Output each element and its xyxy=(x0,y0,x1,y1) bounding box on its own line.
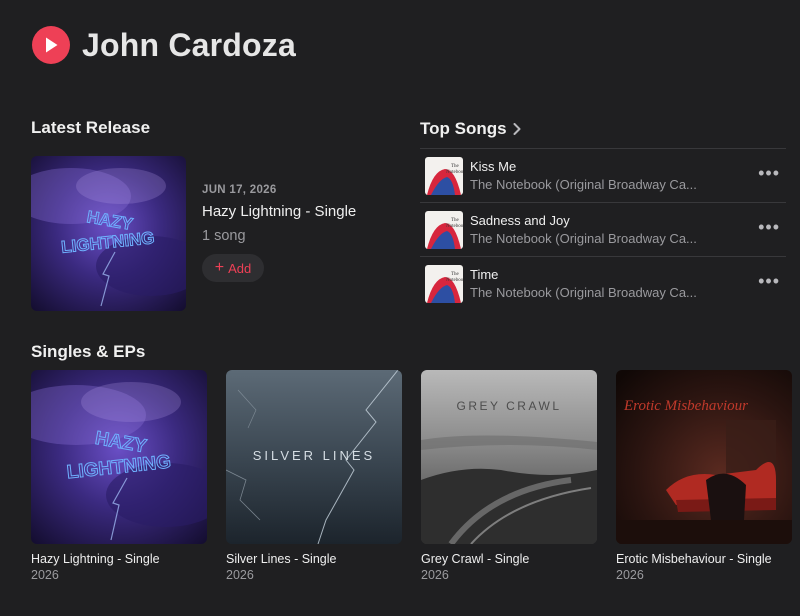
svg-text:The: The xyxy=(451,164,460,169)
song-row[interactable]: The Notebook Time The Notebook (Original… xyxy=(420,256,786,310)
more-icon[interactable]: ••• xyxy=(758,164,780,182)
single-artwork: GREY CRAWL xyxy=(421,370,597,544)
add-label: Add xyxy=(228,260,252,276)
svg-text:Notebook: Notebook xyxy=(446,224,463,229)
song-subtitle[interactable]: The Notebook (Original Broadway Ca... xyxy=(470,177,740,192)
svg-text:Erotic Misbehaviour: Erotic Misbehaviour xyxy=(623,398,748,414)
more-icon[interactable]: ••• xyxy=(758,218,780,236)
singles-title: Singles & EPs xyxy=(31,342,146,361)
song-row[interactable]: The Notebook Kiss Me The Notebook (Origi… xyxy=(420,148,786,202)
top-songs-list: The Notebook Kiss Me The Notebook (Origi… xyxy=(420,148,786,310)
single-year: 2026 xyxy=(616,568,644,582)
single-title[interactable]: Grey Crawl - Single xyxy=(421,552,597,566)
single-card[interactable]: HAZY LIGHTNING Hazy Lightning - Single 2… xyxy=(31,370,207,582)
single-artwork: Erotic Misbehaviour xyxy=(616,370,792,544)
artist-name: John Cardoza xyxy=(82,26,296,63)
latest-release-title: Latest Release xyxy=(31,118,151,137)
song-artwork: The Notebook xyxy=(425,210,463,249)
add-button[interactable]: + Add xyxy=(202,254,264,282)
svg-text:The: The xyxy=(451,218,460,223)
release-title[interactable]: Hazy Lightning - Single xyxy=(202,203,356,220)
play-button[interactable] xyxy=(32,26,70,64)
song-artwork: The Notebook xyxy=(425,264,463,303)
top-songs-link[interactable]: Top Songs xyxy=(420,119,521,139)
more-icon[interactable]: ••• xyxy=(758,272,780,290)
top-songs-title: Top Songs xyxy=(420,119,507,138)
song-subtitle[interactable]: The Notebook (Original Broadway Ca... xyxy=(470,231,740,246)
latest-release-artwork[interactable]: HAZY LIGHTNING xyxy=(31,156,186,311)
single-year: 2026 xyxy=(421,568,449,582)
singles-row: HAZY LIGHTNING Hazy Lightning - Single 2… xyxy=(31,370,792,582)
chevron-right-icon xyxy=(513,123,521,135)
single-card[interactable]: Erotic Misbehaviour Erotic Misbehaviour … xyxy=(616,370,792,582)
svg-text:The: The xyxy=(451,272,460,277)
song-title: Time xyxy=(470,267,499,282)
play-icon xyxy=(46,37,58,53)
svg-text:Notebook: Notebook xyxy=(446,170,463,175)
release-song-count: 1 song xyxy=(202,228,246,244)
single-artwork: SILVER LINES xyxy=(226,370,402,544)
song-title: Kiss Me xyxy=(470,159,517,174)
latest-release-info: JUN 17, 2026 Hazy Lightning - Single 1 s… xyxy=(202,184,356,282)
single-year: 2026 xyxy=(226,568,254,582)
single-card[interactable]: GREY CRAWL Grey Crawl - Single 2026 xyxy=(421,370,597,582)
single-title[interactable]: Hazy Lightning - Single xyxy=(31,552,207,566)
song-artwork: The Notebook xyxy=(425,156,463,195)
song-title: Sadness and Joy xyxy=(470,213,570,228)
single-year: 2026 xyxy=(31,568,59,582)
svg-text:GREY CRAWL: GREY CRAWL xyxy=(456,399,561,413)
artist-page: John Cardoza Latest Release HAZY LIGHTNI… xyxy=(0,0,800,616)
single-title[interactable]: Silver Lines - Single xyxy=(226,552,402,566)
svg-text:SILVER LINES: SILVER LINES xyxy=(253,448,375,463)
song-row[interactable]: The Notebook Sadness and Joy The Noteboo… xyxy=(420,202,786,256)
plus-icon: + xyxy=(214,259,225,276)
artist-header: John Cardoza xyxy=(32,26,296,64)
release-date: JUN 17, 2026 xyxy=(202,184,277,196)
single-artwork: HAZY LIGHTNING xyxy=(31,370,207,544)
song-subtitle[interactable]: The Notebook (Original Broadway Ca... xyxy=(470,285,740,300)
svg-text:Notebook: Notebook xyxy=(446,278,463,283)
single-title[interactable]: Erotic Misbehaviour - Single xyxy=(616,552,792,566)
single-card[interactable]: SILVER LINES Silver Lines - Single 2026 xyxy=(226,370,402,582)
